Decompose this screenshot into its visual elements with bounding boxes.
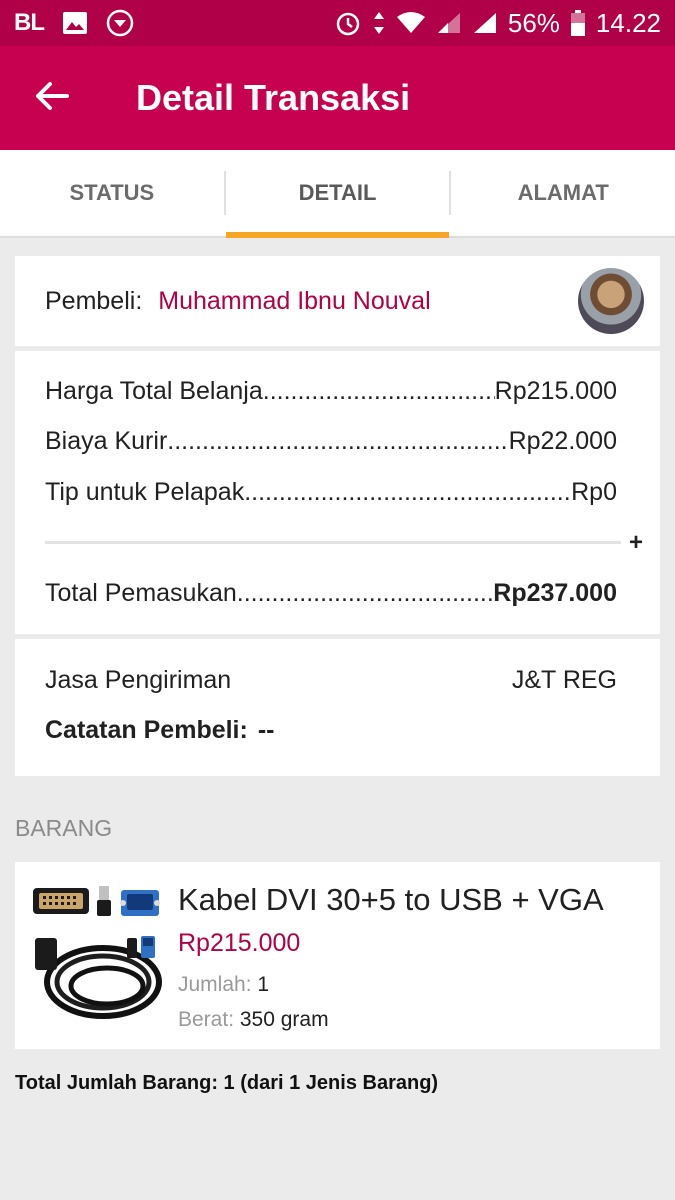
shipping-service-value: J&T REG — [511, 666, 617, 694]
summary-value: Rp22.000 — [508, 427, 617, 455]
image-icon — [62, 11, 88, 35]
item-quantity: Jumlah: 1 — [178, 973, 269, 997]
leader-dots — [263, 377, 495, 406]
battery-percent: 56% — [507, 7, 560, 38]
data-transfer-icon — [372, 10, 386, 36]
tab-detail[interactable]: DETAIL — [225, 150, 450, 238]
page-title: Detail Transaksi — [136, 77, 411, 118]
product-image[interactable] — [31, 882, 181, 1032]
summary-value: Rp0 — [571, 478, 617, 506]
buyer-name[interactable]: Muhammad Ibnu Nouval — [158, 287, 430, 316]
item-weight: Berat: 350 gram — [178, 1008, 329, 1032]
tab-status[interactable]: STATUS — [0, 150, 224, 236]
leader-dots — [167, 427, 508, 456]
summary-label: Harga Total Belanja — [45, 377, 263, 405]
arrow-left-icon — [35, 81, 69, 116]
weight-value: 350 gram — [239, 1008, 329, 1031]
item-price: Rp215.000 — [178, 929, 301, 957]
summary-row-tip: Tip untuk Pelapak Rp0 — [45, 478, 617, 507]
sum-divider — [45, 541, 621, 544]
status-bar: BL 56% 14.22 — [0, 0, 675, 46]
back-button[interactable] — [0, 46, 104, 150]
item-name[interactable]: Kabel DVI 30+5 to USB + VGA — [178, 882, 604, 918]
summary-row-courier-fee: Biaya Kurir Rp22.000 — [45, 427, 617, 456]
buyer-label: Pembeli: — [45, 286, 143, 315]
signal-weak-icon — [436, 11, 462, 35]
total-income-label: Total Pemasukan — [45, 579, 237, 607]
summary-value: Rp215.000 — [494, 377, 617, 405]
shipping-service-row: Jasa Pengiriman J&T REG — [45, 666, 617, 695]
weight-label: Berat: — [178, 1008, 235, 1031]
payment-summary-card: Harga Total Belanja Rp215.000 Biaya Kuri… — [15, 351, 660, 634]
quantity-value: 1 — [257, 973, 270, 996]
buyer-card: Pembeli: Muhammad Ibnu Nouval — [15, 256, 660, 346]
leader-dots — [237, 579, 494, 608]
clock: 14.22 — [595, 7, 661, 38]
tab-alamat[interactable]: ALAMAT — [451, 150, 675, 236]
quantity-label: Jumlah: — [178, 973, 252, 996]
summary-row-total-shopping: Harga Total Belanja Rp215.000 — [45, 377, 617, 406]
tab-bar: STATUS DETAIL ALAMAT — [0, 150, 675, 238]
download-icon — [106, 9, 134, 37]
buyer-note-value: -- — [257, 716, 275, 744]
leader-dots — [244, 478, 571, 507]
total-income-value: Rp237.000 — [493, 579, 617, 607]
shipping-card: Jasa Pengiriman J&T REG Catatan Pembeli:… — [15, 639, 660, 776]
alarm-icon — [334, 9, 362, 37]
plus-sign: + — [629, 529, 644, 556]
shipping-service-label: Jasa Pengiriman — [45, 666, 232, 694]
summary-label: Tip untuk Pelapak — [45, 478, 245, 506]
app-bar: Detail Transaksi — [0, 46, 675, 150]
summary-row-total-income: Total Pemasukan Rp237.000 — [45, 579, 617, 608]
items-section-label: BARANG — [15, 815, 113, 841]
buyer-note-row: Catatan Pembeli: -- — [45, 716, 617, 745]
signal-full-icon — [472, 11, 498, 35]
avatar[interactable] — [578, 268, 644, 334]
carrier-label: BL — [14, 9, 45, 36]
battery-icon — [570, 9, 586, 37]
item-card[interactable]: Kabel DVI 30+5 to USB + VGA Rp215.000 Ju… — [15, 862, 660, 1049]
summary-label: Biaya Kurir — [45, 427, 168, 455]
buyer-note-label: Catatan Pembeli: — [45, 716, 248, 744]
wifi-icon — [396, 11, 426, 35]
total-items-summary: Total Jumlah Barang: 1 (dari 1 Jenis Bar… — [15, 1072, 439, 1094]
